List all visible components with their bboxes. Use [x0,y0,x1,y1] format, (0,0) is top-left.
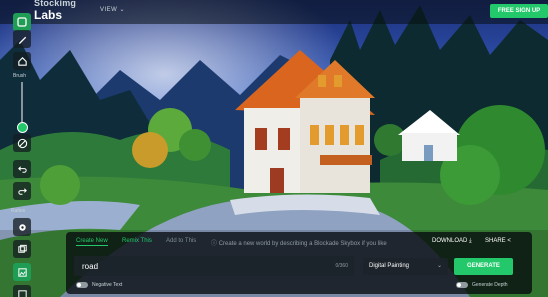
download-button[interactable]: DOWNLOAD ⤓ [432,238,472,245]
undo-button[interactable] [13,160,31,178]
share-button[interactable]: SHARE < [485,238,511,244]
ratios-label: Ratios [11,208,26,214]
negative-text-label: Negative Text [92,282,123,288]
download-icon: ⤓ [469,238,472,244]
view-label: VIEW [100,7,118,13]
logo-icon [17,17,27,27]
generation-panel: Create New Remix This Add to This ⓘ Crea… [66,232,532,294]
hint-text: Create a new world by describing a Block… [218,241,387,247]
info-icon: ⓘ [211,241,218,247]
brand-line1: Stockimg [34,0,77,8]
chevron-down-icon: ⌄ [119,7,126,13]
gallery-button[interactable] [13,240,31,258]
tab-remix-this[interactable]: Remix This [122,238,152,244]
prompt-input[interactable] [82,260,282,272]
image-icon [17,289,27,297]
brand[interactable]: Stockimg Labs [30,0,90,24]
tab-create-new[interactable]: Create New [76,238,108,246]
style-select[interactable]: Digital Painting ⌄ [363,258,448,275]
gallery-icon [17,244,27,253]
settings-button[interactable] [13,218,31,236]
erase-button[interactable] [13,134,31,152]
tab-add-to-this[interactable]: Add to This [166,238,196,244]
home-button[interactable] [13,52,31,70]
undo-icon [17,165,27,173]
negative-text-toggle[interactable] [76,282,88,288]
image-button[interactable] [13,263,31,281]
image-button-2[interactable] [13,285,31,297]
image-icon [17,267,27,277]
prompt-char-count: 0/360 [335,263,348,269]
redo-icon [17,187,27,195]
view-menu[interactable]: VIEW ⌄ [100,6,125,13]
chevron-down-icon: ⌄ [436,263,442,269]
prompt-field[interactable]: 0/360 [74,256,354,276]
brand-line2: Labs [34,8,63,22]
brush-label: Brush [13,73,27,79]
app-logo[interactable] [13,13,31,31]
share-label: SHARE [485,238,506,244]
brush-icon [18,36,26,44]
app-window: Stockimg Labs VIEW ⌄ FREE SIGN UP Brush … [0,0,548,297]
redo-button[interactable] [13,182,31,200]
generate-depth-toggle[interactable] [456,282,468,288]
brush-slider-track[interactable] [21,82,23,126]
generate-depth-label: Generate Depth [472,282,508,288]
brush-slider-thumb[interactable] [17,122,28,133]
brush-button[interactable] [13,30,31,48]
left-toolbar: Brush Ratios [11,30,31,297]
free-signup-button[interactable]: FREE SIGN UP [490,4,548,18]
home-icon [17,56,27,66]
no-entry-icon [17,138,27,148]
generate-button[interactable]: GENERATE [454,258,513,275]
share-icon: < [507,238,511,244]
style-selected: Digital Painting [369,263,410,269]
prompt-hint: ⓘ Create a new world by describing a Blo… [211,238,387,247]
settings-icon [18,223,26,231]
download-label: DOWNLOAD [432,238,468,244]
